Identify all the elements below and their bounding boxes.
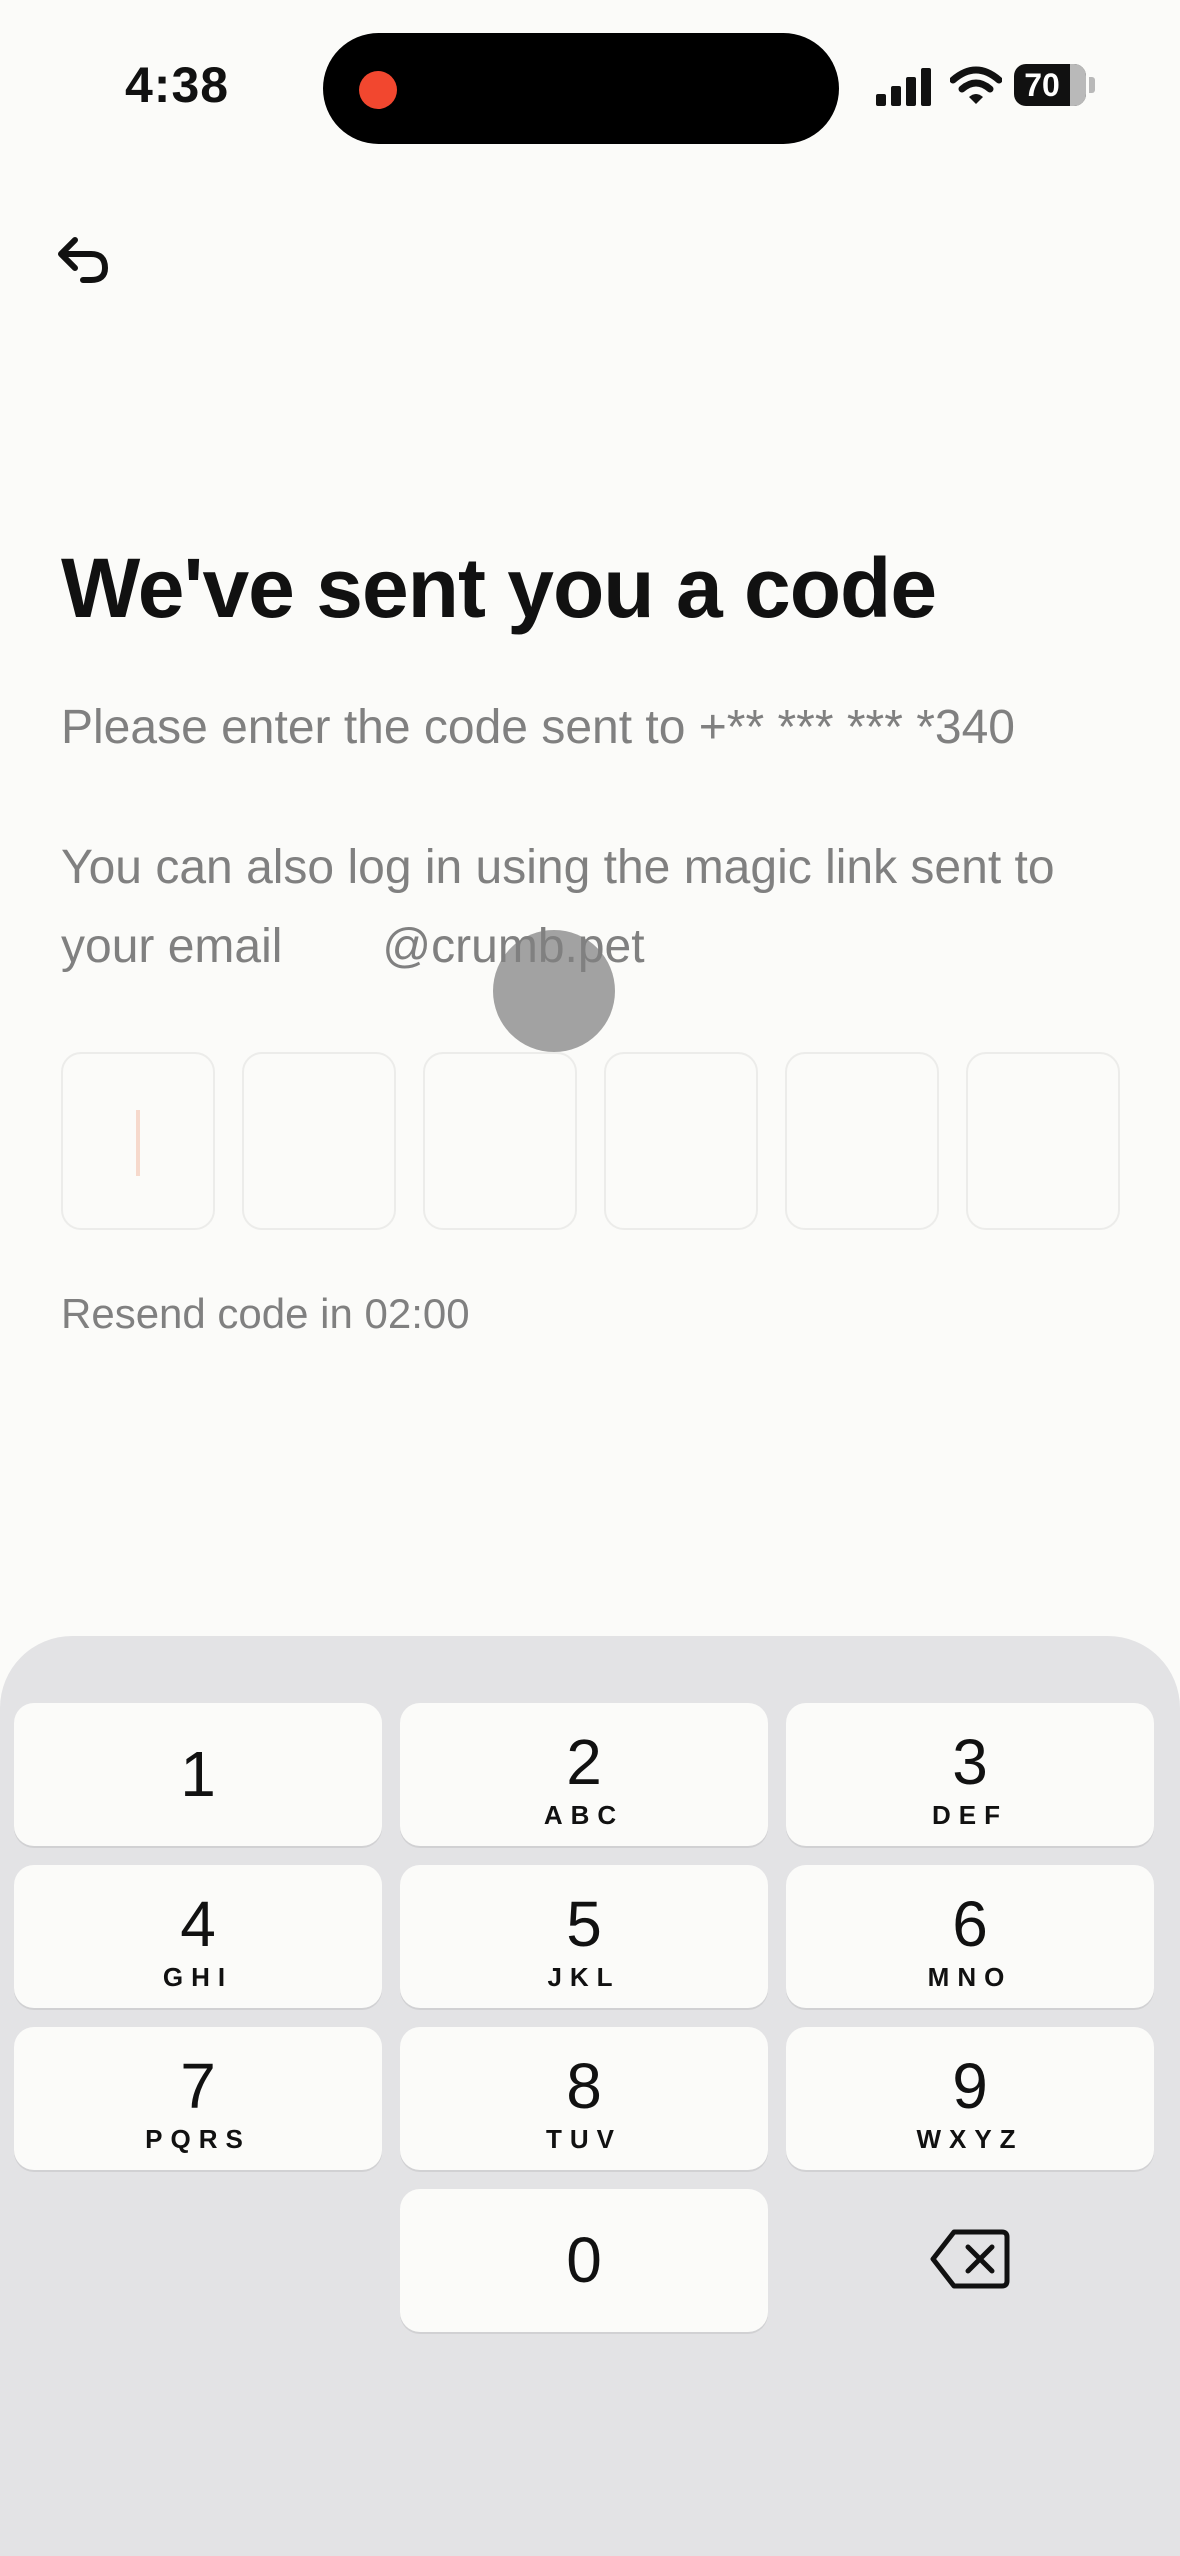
key-digit: 9 xyxy=(952,2050,988,2122)
key-letters: DEF xyxy=(932,1800,1008,1830)
delete-button[interactable] xyxy=(920,2224,1020,2294)
key-letters: GHI xyxy=(162,1962,234,1992)
key-digit: 8 xyxy=(566,2050,602,2122)
key-letters: PQRS xyxy=(145,2124,251,2154)
status-icons: 70 xyxy=(876,64,1096,110)
key-letters: ABC xyxy=(543,1800,625,1830)
key-8[interactable]: 8 TUV xyxy=(400,2027,768,2170)
back-button[interactable] xyxy=(48,225,118,295)
code-digit-3[interactable] xyxy=(423,1052,577,1230)
key-1[interactable]: 1 xyxy=(14,1703,382,1846)
code-digit-5[interactable] xyxy=(785,1052,939,1230)
key-digit: 3 xyxy=(952,1726,988,1798)
resend-code-timer: Resend code in 02:00 xyxy=(61,1290,470,1337)
key-7[interactable]: 7 PQRS xyxy=(14,2027,382,2170)
key-digit: 0 xyxy=(566,2224,602,2296)
key-letters: WXYZ xyxy=(916,2124,1024,2154)
key-4[interactable]: 4 GHI xyxy=(14,1865,382,2008)
code-digit-6[interactable] xyxy=(966,1052,1120,1230)
touch-indicator xyxy=(493,930,615,1052)
text-cursor xyxy=(136,1110,140,1176)
code-input-row xyxy=(61,1052,1121,1232)
code-sent-subtitle: Please enter the code sent to +** *** **… xyxy=(61,701,1015,754)
key-2[interactable]: 2 ABC xyxy=(400,1703,768,1846)
dynamic-island xyxy=(323,33,839,144)
key-5[interactable]: 5 JKL xyxy=(400,1865,768,2008)
backspace-icon xyxy=(930,2229,1010,2289)
key-6[interactable]: 6 MNO xyxy=(786,1865,1154,2008)
code-digit-2[interactable] xyxy=(242,1052,396,1230)
battery-tip xyxy=(1089,77,1095,93)
code-digit-4[interactable] xyxy=(604,1052,758,1230)
key-digit: 1 xyxy=(180,1738,216,1810)
key-3[interactable]: 3 DEF xyxy=(786,1703,1154,1846)
key-digit: 2 xyxy=(566,1726,602,1798)
key-digit: 5 xyxy=(566,1888,602,1960)
cellular-signal-icon xyxy=(876,68,931,106)
key-digit: 7 xyxy=(180,2050,216,2122)
key-letters: TUV xyxy=(546,2124,622,2154)
wifi-icon xyxy=(950,66,1002,104)
key-digit: 4 xyxy=(180,1888,216,1960)
key-letters: JKL xyxy=(547,1962,621,1992)
recording-dot-icon xyxy=(359,71,397,109)
battery-icon: 70 xyxy=(1014,64,1086,106)
page-title: We've sent you a code xyxy=(61,541,937,635)
key-letters: MNO xyxy=(927,1962,1013,1992)
code-digit-1[interactable] xyxy=(61,1052,215,1230)
battery-level: 70 xyxy=(1024,67,1060,103)
key-digit: 6 xyxy=(952,1888,988,1960)
key-0[interactable]: 0 xyxy=(400,2189,768,2332)
back-arrow-icon xyxy=(58,237,109,283)
key-9[interactable]: 9 WXYZ xyxy=(786,2027,1154,2170)
status-time: 4:38 xyxy=(125,57,230,113)
